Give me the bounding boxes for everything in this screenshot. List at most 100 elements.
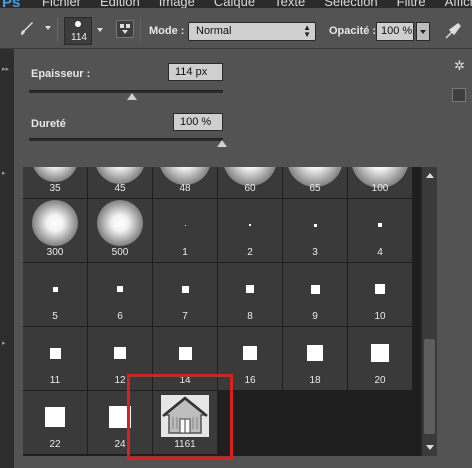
brush-preset-22[interactable]: 22 bbox=[23, 391, 87, 454]
menu-items: Fichier Edition Image Calque Texte Sélec… bbox=[42, 0, 472, 8]
brush-preset-100[interactable]: 100 bbox=[348, 167, 412, 198]
brush-icon[interactable] bbox=[18, 20, 36, 38]
menu-selection[interactable]: Sélection bbox=[324, 0, 377, 8]
brush-preset-4[interactable]: 4 bbox=[348, 199, 412, 262]
thickness-field[interactable]: 114 px bbox=[168, 63, 223, 81]
select-arrows-icon: ▲ ▼ bbox=[303, 23, 311, 39]
scroll-thumb[interactable] bbox=[424, 339, 435, 434]
scroll-up-icon[interactable] bbox=[426, 173, 434, 178]
brush-preset-5[interactable]: 5 bbox=[23, 263, 87, 326]
brush-preset-20[interactable]: 20 bbox=[348, 327, 412, 390]
panel-options-icon[interactable] bbox=[452, 88, 466, 102]
menu-image[interactable]: Image bbox=[159, 0, 195, 8]
soft-brush-tip-icon bbox=[32, 167, 78, 182]
hard-brush-tip-icon bbox=[114, 347, 126, 359]
brush-preset-7[interactable]: 7 bbox=[153, 263, 217, 326]
menu-calque[interactable]: Calque bbox=[214, 0, 255, 8]
thickness-slider-thumb[interactable] bbox=[127, 93, 137, 100]
hardness-slider[interactable] bbox=[29, 138, 223, 141]
hard-brush-tip-icon bbox=[182, 286, 189, 293]
brush-preset-1[interactable]: 1 bbox=[153, 199, 217, 262]
right-dock-strip bbox=[450, 49, 472, 468]
separator bbox=[57, 17, 58, 41]
mode-select[interactable]: Normal ▲ ▼ bbox=[188, 22, 316, 41]
opacity-input[interactable]: 100 % bbox=[376, 22, 414, 41]
brush-preset-label: 7 bbox=[182, 311, 188, 322]
brush-panel-icon[interactable] bbox=[116, 20, 134, 38]
hard-brush-tip-icon bbox=[117, 286, 123, 292]
menu-affichage[interactable]: Affichage bbox=[445, 0, 472, 8]
mode-value: Normal bbox=[196, 25, 232, 37]
brush-preset-11[interactable]: 11 bbox=[23, 327, 87, 390]
collapse-arrow-icon[interactable]: ▸ bbox=[2, 169, 6, 177]
brush-preset-35[interactable]: 35 bbox=[23, 167, 87, 198]
collapse-arrow-icon[interactable]: ▸ bbox=[2, 339, 6, 347]
brush-size-readout: 114 bbox=[71, 32, 87, 43]
menu-edition[interactable]: Edition bbox=[100, 0, 140, 8]
brush-preset-label: 35 bbox=[49, 183, 61, 194]
brush-preset-9[interactable]: 9 bbox=[283, 263, 347, 326]
brush-preset-label: 3 bbox=[312, 247, 318, 258]
brush-preset-45[interactable]: 45 bbox=[88, 167, 152, 198]
brush-preset-label: 11 bbox=[49, 375, 61, 386]
thickness-label: Epaisseur : bbox=[31, 68, 91, 80]
brush-preset-2[interactable]: 2 bbox=[218, 199, 282, 262]
menu-bar: Ps Fichier Edition Image Calque Texte Sé… bbox=[0, 0, 472, 8]
separator bbox=[140, 17, 141, 41]
hard-brush-tip-icon bbox=[179, 347, 192, 360]
brush-preset-label: 8 bbox=[247, 311, 253, 322]
hard-brush-tip-icon bbox=[307, 345, 323, 361]
brush-preset-65[interactable]: 65 bbox=[283, 167, 347, 198]
brush-preset-label: 2 bbox=[247, 247, 253, 258]
hardness-field[interactable]: 100 % bbox=[173, 113, 223, 131]
gear-icon[interactable]: ✲ bbox=[454, 58, 465, 74]
brush-preset-label: 20 bbox=[374, 375, 386, 386]
menu-filtre[interactable]: Filtre bbox=[397, 0, 426, 8]
hardness-slider-thumb[interactable] bbox=[217, 140, 227, 147]
brush-preset-label: 500 bbox=[111, 247, 129, 258]
brush-preset-label: 10 bbox=[374, 311, 386, 322]
brush-preset-label: 45 bbox=[114, 183, 126, 194]
brush-preset-label: 5 bbox=[52, 311, 58, 322]
opacity-dropdown-button[interactable] bbox=[416, 22, 430, 41]
soft-brush-tip-icon bbox=[95, 167, 145, 184]
hard-brush-tip-icon bbox=[53, 287, 58, 292]
airbrush-icon[interactable] bbox=[443, 22, 463, 42]
hard-brush-tip-icon bbox=[246, 285, 254, 293]
opacity-label: Opacité : bbox=[329, 25, 377, 37]
brush-preset-label: 300 bbox=[46, 247, 64, 258]
brush-preset-60[interactable]: 60 bbox=[218, 167, 282, 198]
grid-scrollbar[interactable] bbox=[421, 167, 437, 456]
brush-preset-500[interactable]: 500 bbox=[88, 199, 152, 262]
hard-brush-tip-icon bbox=[185, 225, 186, 226]
hard-brush-tip-icon bbox=[378, 223, 382, 227]
collapse-arrow-icon[interactable]: ▸▸ bbox=[2, 65, 9, 73]
tool-preset-caret-icon[interactable] bbox=[45, 26, 51, 30]
soft-brush-tip-icon bbox=[97, 200, 143, 246]
brush-picker-caret-icon[interactable] bbox=[97, 28, 103, 32]
scroll-down-icon[interactable] bbox=[426, 445, 434, 450]
brush-preset-3[interactable]: 3 bbox=[283, 199, 347, 262]
menu-fichier[interactable]: Fichier bbox=[42, 0, 81, 8]
brush-preset-picker[interactable]: 114 bbox=[64, 17, 92, 45]
mode-label: Mode : bbox=[149, 25, 185, 37]
menu-texte[interactable]: Texte bbox=[274, 0, 305, 8]
brush-preset-8[interactable]: 8 bbox=[218, 263, 282, 326]
selection-highlight bbox=[127, 374, 233, 460]
brush-preset-48[interactable]: 48 bbox=[153, 167, 217, 198]
brush-preset-10[interactable]: 10 bbox=[348, 263, 412, 326]
brush-preset-label: 48 bbox=[179, 183, 191, 194]
thickness-slider[interactable] bbox=[29, 90, 223, 93]
brush-preset-6[interactable]: 6 bbox=[88, 263, 152, 326]
brush-preset-label: 4 bbox=[377, 247, 383, 258]
brush-preset-label: 65 bbox=[309, 183, 321, 194]
brush-tip-icon bbox=[75, 21, 81, 27]
hard-brush-tip-icon bbox=[311, 285, 320, 294]
brush-preset-300[interactable]: 300 bbox=[23, 199, 87, 262]
hard-brush-tip-icon bbox=[371, 344, 389, 362]
brush-preset-18[interactable]: 18 bbox=[283, 327, 347, 390]
brush-preset-label: 18 bbox=[309, 375, 321, 386]
brush-preset-label: 60 bbox=[244, 183, 256, 194]
brush-preset-label: 100 bbox=[371, 183, 389, 194]
hardness-label: Dureté bbox=[31, 118, 66, 130]
